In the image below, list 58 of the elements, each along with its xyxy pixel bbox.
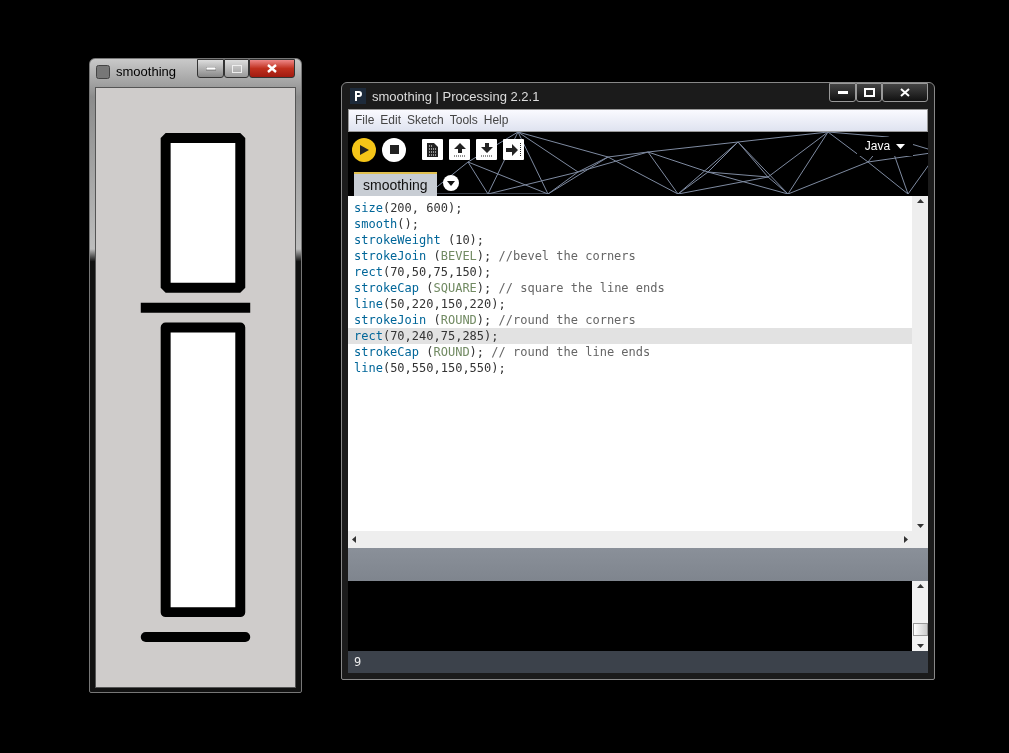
code-line: strokeCap (SQUARE); // square the line ends (353, 279, 666, 296)
scroll-up-icon (916, 584, 924, 589)
dropdown-arrow-icon (896, 143, 906, 149)
close-icon (267, 64, 277, 73)
menu-item[interactable]: Tools (446, 113, 481, 128)
down-arrow-icon (480, 142, 493, 157)
app-icon (350, 88, 366, 104)
horizontal-scrollbar[interactable] (348, 530, 928, 548)
code-line: strokeJoin (ROUND); //round the corners (353, 311, 637, 328)
menu-item[interactable]: File (352, 113, 378, 128)
minimize-icon (837, 91, 848, 94)
save-button[interactable] (476, 139, 497, 161)
code-line: smooth(); (353, 215, 421, 232)
minimize-button[interactable] (197, 59, 224, 78)
scroll-right-icon (904, 535, 908, 543)
vertical-scrollbar[interactable] (912, 581, 928, 652)
code-line: strokeWeight (10); (353, 231, 486, 248)
scroll-up-icon (916, 198, 924, 203)
close-button[interactable] (249, 59, 295, 78)
minimize-icon (205, 66, 216, 71)
right-arrow-icon (505, 142, 522, 157)
close-icon (900, 88, 910, 97)
scroll-down-icon (916, 523, 924, 528)
new-button[interactable] (422, 139, 443, 161)
scroll-thumb[interactable] (912, 623, 928, 637)
document-icon (427, 142, 438, 157)
app-icon (96, 64, 110, 79)
up-arrow-icon (453, 142, 466, 157)
minimize-button[interactable] (829, 83, 856, 102)
close-button[interactable] (882, 83, 928, 102)
code-line: line(50,220,150,220); (353, 295, 507, 312)
maximize-button[interactable] (856, 83, 882, 102)
code-line: strokeJoin (BEVEL); //bevel the corners (353, 247, 637, 264)
code-line: strokeCap (ROUND); // round the line ends (353, 343, 652, 360)
window-title: smoothing (116, 64, 176, 79)
window-title: smoothing | Processing 2.2.1 (372, 88, 540, 104)
code-line: rect(70,50,75,150); (353, 263, 493, 280)
tab-menu-icon[interactable] (442, 174, 459, 191)
maximize-button[interactable] (224, 59, 249, 78)
mode-dropdown[interactable]: Java (857, 136, 913, 156)
sketch-tab[interactable]: smoothing (354, 171, 437, 196)
play-icon (359, 144, 369, 155)
code-line: size(200, 600); (353, 199, 464, 216)
open-button[interactable] (449, 139, 470, 161)
menu-item[interactable]: Sketch (404, 113, 447, 128)
stop-button[interactable] (382, 137, 406, 162)
menu-item[interactable]: Edit (377, 113, 405, 128)
maximize-icon (863, 88, 875, 97)
run-button[interactable] (352, 137, 376, 162)
scroll-down-icon (916, 644, 924, 649)
stop-icon (389, 145, 399, 155)
vertical-scrollbar[interactable] (912, 195, 928, 531)
export-button[interactable] (503, 139, 524, 161)
line-number: 9 (354, 655, 362, 670)
maximize-icon (231, 64, 242, 73)
menu-item[interactable]: Help (480, 113, 512, 128)
scroll-left-icon (352, 535, 356, 543)
code-line: line(50,550,150,550); (353, 359, 507, 376)
